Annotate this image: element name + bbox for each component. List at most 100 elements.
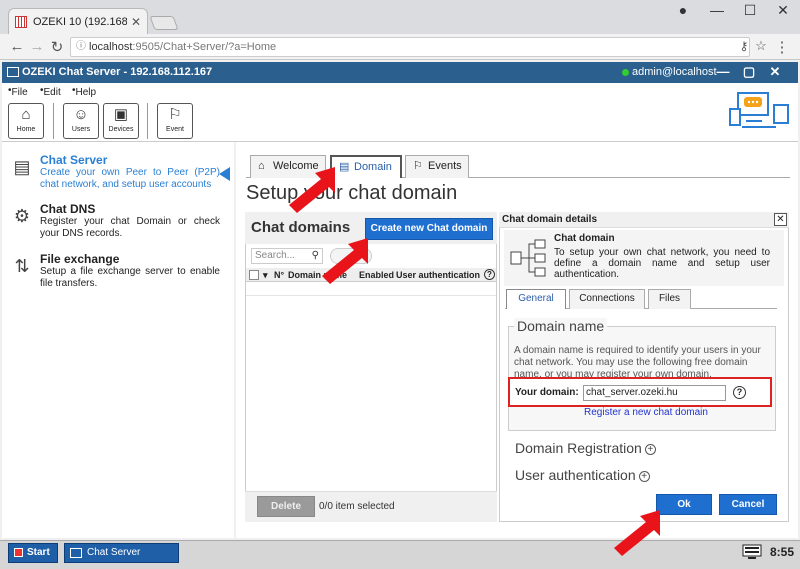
- details-info-desc: To setup your own chat network, you need…: [554, 247, 770, 280]
- home-icon: ⌂: [258, 160, 265, 172]
- home-button[interactable]: ⌂ Home: [8, 103, 44, 139]
- profile-icon[interactable]: ●: [668, 2, 698, 18]
- ozeki-favicon-icon: [15, 15, 27, 28]
- toolbar-separator: [53, 103, 54, 139]
- delete-button[interactable]: Delete: [257, 496, 315, 517]
- search-input[interactable]: Search... ⚲: [251, 248, 323, 264]
- close-tab-icon[interactable]: ✕: [131, 15, 141, 29]
- menu-help[interactable]: • Help: [72, 85, 96, 98]
- server-icon: ▤: [13, 157, 31, 177]
- app-monitor-icon: [70, 548, 82, 558]
- domain-registration-section[interactable]: Domain Registration +: [515, 440, 656, 456]
- url-host: localhost: [89, 41, 133, 53]
- tab-files[interactable]: Files: [648, 289, 691, 309]
- info-icon: ⓘ: [76, 41, 86, 52]
- sidebar-item-file-exchange[interactable]: ⇅ File exchange Setup a file exchange se…: [12, 252, 222, 292]
- create-chat-domain-button[interactable]: Create new Chat domain: [365, 218, 493, 240]
- app-title: OZEKI Chat Server - 192.168.112.167: [22, 66, 213, 78]
- selection-count: 0/0 item selected: [319, 501, 395, 512]
- server-icon: ▤: [339, 161, 350, 173]
- browser-tab-title: OZEKI 10 (192.168.112.16: [33, 15, 127, 28]
- details-info-box: Chat domain To setup your own chat netwo…: [504, 230, 784, 286]
- clock: 8:55: [770, 545, 795, 559]
- tutorial-arrow-icon: [322, 238, 368, 284]
- close-window-button[interactable]: ✕: [768, 2, 798, 19]
- help-icon[interactable]: ?: [733, 386, 746, 399]
- bookmark-star-icon[interactable]: ☆: [752, 38, 770, 54]
- key-icon[interactable]: ⚷: [735, 39, 753, 53]
- sort-caret-icon[interactable]: ▾: [263, 270, 268, 281]
- gear-icon: ⚙: [13, 206, 31, 226]
- users-icon: ☺: [73, 106, 89, 123]
- back-arrow-icon[interactable]: ←: [8, 38, 26, 55]
- toolbar-separator: [147, 103, 148, 139]
- url-path: :9505/Chat+Server/?a=Home: [132, 41, 277, 53]
- table-row: [246, 295, 496, 296]
- active-item-caret-icon: [219, 167, 230, 181]
- sidebar-item-title: File exchange: [40, 252, 120, 266]
- app-close-button[interactable]: ✕: [764, 64, 786, 80]
- tab-domain[interactable]: ▤ Domain: [330, 155, 402, 178]
- domain-field[interactable]: chat_server.ozeki.hu: [583, 385, 726, 401]
- devices-button[interactable]: ▣ Devices: [103, 103, 139, 139]
- app-title-bar: OZEKI Chat Server - 192.168.112.167 admi…: [2, 62, 798, 83]
- close-icon[interactable]: ✕: [774, 213, 787, 226]
- maximize-window-button[interactable]: ☐: [735, 2, 765, 19]
- chat-domains-title: Chat domains: [251, 219, 351, 236]
- details-info-title: Chat domain: [554, 233, 615, 244]
- sidebar-item-desc: Create your own Peer to Peer (P2P) chat …: [40, 167, 220, 190]
- domain-name-legend: Domain name: [514, 318, 608, 334]
- event-button[interactable]: ⚐ Event: [157, 103, 193, 139]
- tab-connections[interactable]: Connections: [569, 289, 645, 309]
- select-all-checkbox[interactable]: [249, 270, 259, 280]
- tab-general[interactable]: General: [506, 289, 566, 309]
- help-icon[interactable]: ?: [484, 269, 495, 280]
- tutorial-arrow-icon: [614, 510, 660, 556]
- col-user-auth[interactable]: User authentication: [396, 270, 480, 280]
- chat-server-logo-icon: [729, 92, 789, 128]
- col-number[interactable]: N°: [274, 270, 284, 280]
- your-domain-label: Your domain:: [515, 387, 579, 398]
- register-domain-link[interactable]: Register a new chat domain: [584, 407, 708, 418]
- reload-icon[interactable]: ↻: [48, 38, 66, 56]
- devices-icon: ▣: [113, 106, 129, 123]
- network-icon: [510, 239, 546, 277]
- minimize-window-button[interactable]: —: [702, 2, 732, 18]
- new-tab-button[interactable]: [149, 16, 179, 30]
- sidebar-item-desc: Setup a file exchange server to enable f…: [40, 266, 220, 289]
- online-status-icon: [622, 69, 629, 76]
- sidebar-item-desc: Register your chat Domain or check your …: [40, 216, 220, 239]
- browser-tab[interactable]: OZEKI 10 (192.168.112.16 ✕: [8, 8, 148, 34]
- current-user[interactable]: admin@localhost: [632, 66, 717, 78]
- expand-plus-icon[interactable]: +: [638, 470, 650, 482]
- cancel-button[interactable]: Cancel: [719, 494, 777, 515]
- home-icon: ⌂: [21, 106, 31, 123]
- user-authentication-section[interactable]: User authentication +: [515, 467, 650, 483]
- users-button[interactable]: ☺ Users: [63, 103, 99, 139]
- keyboard-tray-icon[interactable]: [742, 544, 762, 560]
- tab-events[interactable]: ⚐ Events: [405, 155, 469, 178]
- url-input[interactable]: ⓘ localhost:9505/Chat+Server/?a=Home: [70, 37, 750, 57]
- menu-edit[interactable]: • Edit: [40, 85, 61, 98]
- page-title: Setup your chat domain: [246, 182, 458, 204]
- sidebar-item-chat-server[interactable]: ▤ Chat Server Create your own Peer to Pe…: [12, 153, 222, 193]
- details-title: Chat domain details: [502, 214, 598, 225]
- app-monitor-icon: [7, 67, 19, 77]
- app-maximize-button[interactable]: ▢: [738, 64, 760, 80]
- menu-bar: • File • Edit • Help: [2, 83, 798, 98]
- start-button[interactable]: Start: [8, 543, 58, 563]
- sidebar-item-chat-dns[interactable]: ⚙ Chat DNS Register your chat Domain or …: [12, 202, 222, 242]
- event-flag-icon: ⚐: [168, 106, 182, 123]
- taskbar-item-chat-server[interactable]: Chat Server: [64, 543, 179, 563]
- menu-file[interactable]: • File: [8, 85, 28, 98]
- app-minimize-button[interactable]: —: [712, 64, 734, 79]
- sidebar-item-title: Chat DNS: [40, 202, 96, 216]
- ok-button[interactable]: Ok: [656, 494, 712, 515]
- forward-arrow-icon[interactable]: →: [28, 38, 46, 55]
- expand-plus-icon[interactable]: +: [644, 443, 656, 455]
- sidebar-item-title: Chat Server: [40, 153, 108, 167]
- event-flag-icon: ⚐: [413, 160, 423, 172]
- browser-menu-icon[interactable]: ⋮: [773, 38, 791, 56]
- tutorial-arrow-icon: [289, 167, 335, 213]
- domain-name-desc: A domain name is required to identify yo…: [514, 345, 761, 379]
